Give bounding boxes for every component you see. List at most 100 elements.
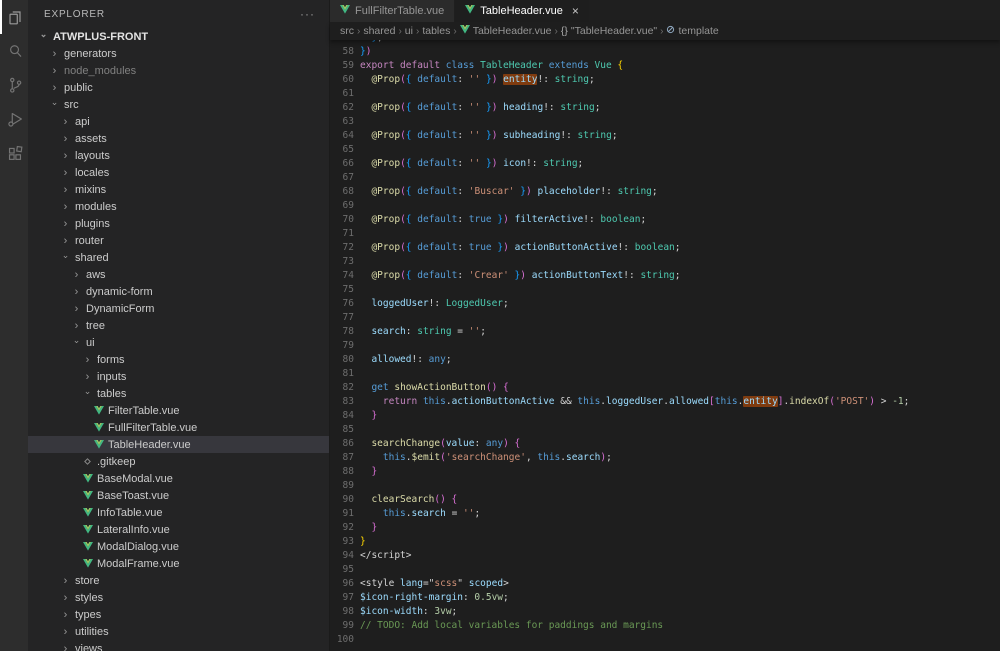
tree-item-lateralinfo-vue[interactable]: LateralInfo.vue (28, 521, 329, 538)
breadcrumb-item-src[interactable]: src (340, 25, 354, 37)
tree-item-types[interactable]: types (28, 606, 329, 623)
tree-item-tableheader-vue[interactable]: TableHeader.vue (28, 436, 329, 453)
tree-item-infotable-vue[interactable]: InfoTable.vue (28, 504, 329, 521)
code-line-93[interactable]: 93} (330, 535, 1000, 549)
code-line-98[interactable]: 98$icon-width: 3vw; (330, 605, 1000, 619)
tab-tableheader-vue[interactable]: TableHeader.vue× (455, 0, 589, 22)
code-line-69[interactable]: 69 (330, 199, 1000, 213)
tree-item-node-modules[interactable]: node_modules (28, 62, 329, 79)
tree-item-utilities[interactable]: utilities (28, 623, 329, 640)
code-line-92[interactable]: 92 } (330, 521, 1000, 535)
line-number: 100 (330, 633, 360, 647)
tree-item-store[interactable]: store (28, 572, 329, 589)
tree-item-atwplus-front[interactable]: ATWPLUS-FRONT (28, 28, 329, 45)
breadcrumb-item-tableheader-vue[interactable]: TableHeader.vue (460, 25, 552, 37)
code-line-91[interactable]: 91 this.search = ''; (330, 507, 1000, 521)
tree-item-public[interactable]: public (28, 79, 329, 96)
code-line-59[interactable]: 59export default class TableHeader exten… (330, 59, 1000, 73)
tree-item-aws[interactable]: aws (28, 266, 329, 283)
breadcrumb-item-tables[interactable]: tables (422, 25, 450, 37)
code-line-66[interactable]: 66 @Prop({ default: '' }) icon!: string; (330, 157, 1000, 171)
close-icon[interactable]: × (572, 4, 579, 18)
code-line-95[interactable]: 95 (330, 563, 1000, 577)
vue-file-icon (82, 525, 93, 534)
code-line-64[interactable]: 64 @Prop({ default: '' }) subheading!: s… (330, 129, 1000, 143)
code-line-73[interactable]: 73 (330, 255, 1000, 269)
code-line-70[interactable]: 70 @Prop({ default: true }) filterActive… (330, 213, 1000, 227)
tree-item-forms[interactable]: forms (28, 351, 329, 368)
code-line-67[interactable]: 67 (330, 171, 1000, 185)
activity-item-explorer[interactable] (0, 0, 28, 34)
code-line-82[interactable]: 82 get showActionButton() { (330, 381, 1000, 395)
code-line-90[interactable]: 90 clearSearch() { (330, 493, 1000, 507)
activity-item-extensions[interactable] (0, 136, 28, 170)
code-line-88[interactable]: 88 } (330, 465, 1000, 479)
tree-item-tree[interactable]: tree (28, 317, 329, 334)
code-line-86[interactable]: 86 searchChange(value: any) { (330, 437, 1000, 451)
tree-item-fullfiltertable-vue[interactable]: FullFilterTable.vue (28, 419, 329, 436)
tab-fullfiltertable-vue[interactable]: FullFilterTable.vue (330, 0, 454, 22)
code-line-62[interactable]: 62 @Prop({ default: '' }) heading!: stri… (330, 101, 1000, 115)
tree-item-generators[interactable]: generators (28, 45, 329, 62)
tree-item-filtertable-vue[interactable]: FilterTable.vue (28, 402, 329, 419)
code-line-100[interactable]: 100 (330, 633, 1000, 647)
code-line-81[interactable]: 81 (330, 367, 1000, 381)
tree-item--gitkeep[interactable]: .gitkeep (28, 453, 329, 470)
tree-item-assets[interactable]: assets (28, 130, 329, 147)
code-line-71[interactable]: 71 (330, 227, 1000, 241)
tree-item-modules[interactable]: modules (28, 198, 329, 215)
code-line-99[interactable]: 99// TODO: Add local variables for paddi… (330, 619, 1000, 633)
code-line-84[interactable]: 84 } (330, 409, 1000, 423)
more-actions-icon[interactable]: ··· (300, 10, 315, 18)
tree-item-modaldialog-vue[interactable]: ModalDialog.vue (28, 538, 329, 555)
tree-item-basetoast-vue[interactable]: BaseToast.vue (28, 487, 329, 504)
tree-item-src[interactable]: src (28, 96, 329, 113)
code-line-68[interactable]: 68 @Prop({ default: 'Buscar' }) placehol… (330, 185, 1000, 199)
tree-item-dynamicform[interactable]: DynamicForm (28, 300, 329, 317)
code-line-76[interactable]: 76 loggedUser!: LoggedUser; (330, 297, 1000, 311)
code-line-65[interactable]: 65 (330, 143, 1000, 157)
breadcrumb-item-template[interactable]: template (666, 25, 718, 37)
breadcrumb-item--tableheader-vue-[interactable]: {}"TableHeader.vue" (561, 25, 657, 37)
tree-item-shared[interactable]: shared (28, 249, 329, 266)
tree-item-ui[interactable]: ui (28, 334, 329, 351)
activity-item-search[interactable] (0, 34, 28, 68)
line-number: 70 (330, 213, 360, 227)
code-line-96[interactable]: 96<style lang="scss" scoped> (330, 577, 1000, 591)
breadcrumb-item-shared[interactable]: shared (363, 25, 395, 37)
tree-item-tables[interactable]: tables (28, 385, 329, 402)
tree-item-plugins[interactable]: plugins (28, 215, 329, 232)
tree-item-views[interactable]: views (28, 640, 329, 651)
code-line-79[interactable]: 79 (330, 339, 1000, 353)
tree-item-dynamic-form[interactable]: dynamic-form (28, 283, 329, 300)
tree-item-basemodal-vue[interactable]: BaseModal.vue (28, 470, 329, 487)
code-line-72[interactable]: 72 @Prop({ default: true }) actionButton… (330, 241, 1000, 255)
code-line-77[interactable]: 77 (330, 311, 1000, 325)
code-line-75[interactable]: 75 (330, 283, 1000, 297)
code-line-60[interactable]: 60 @Prop({ default: '' }) entity!: strin… (330, 73, 1000, 87)
breadcrumb-item-ui[interactable]: ui (405, 25, 413, 37)
code-line-85[interactable]: 85 (330, 423, 1000, 437)
code-line-83[interactable]: 83 return this.actionButtonActive && thi… (330, 395, 1000, 409)
tree-item-modalframe-vue[interactable]: ModalFrame.vue (28, 555, 329, 572)
tree-item-inputs[interactable]: inputs (28, 368, 329, 385)
tree-item-router[interactable]: router (28, 232, 329, 249)
code-line-87[interactable]: 87 this.$emit('searchChange', this.searc… (330, 451, 1000, 465)
code-line-61[interactable]: 61 (330, 87, 1000, 101)
code-line-63[interactable]: 63 (330, 115, 1000, 129)
code-line-89[interactable]: 89 (330, 479, 1000, 493)
tree-item-locales[interactable]: locales (28, 164, 329, 181)
tree-item-mixins[interactable]: mixins (28, 181, 329, 198)
tree-item-layouts[interactable]: layouts (28, 147, 329, 164)
tree-item-styles[interactable]: styles (28, 589, 329, 606)
code-line-80[interactable]: 80 allowed!: any; (330, 353, 1000, 367)
code-line-78[interactable]: 78 search: string = ''; (330, 325, 1000, 339)
activity-item-source-control[interactable] (0, 68, 28, 102)
code-line-74[interactable]: 74 @Prop({ default: 'Crear' }) actionBut… (330, 269, 1000, 283)
tree-item-api[interactable]: api (28, 113, 329, 130)
code-editor[interactable]: 57 },58})59export default class TableHea… (330, 40, 1000, 651)
code-line-58[interactable]: 58}) (330, 45, 1000, 59)
code-line-97[interactable]: 97$icon-right-margin: 0.5vw; (330, 591, 1000, 605)
code-line-94[interactable]: 94</script> (330, 549, 1000, 563)
activity-item-run-debug[interactable] (0, 102, 28, 136)
